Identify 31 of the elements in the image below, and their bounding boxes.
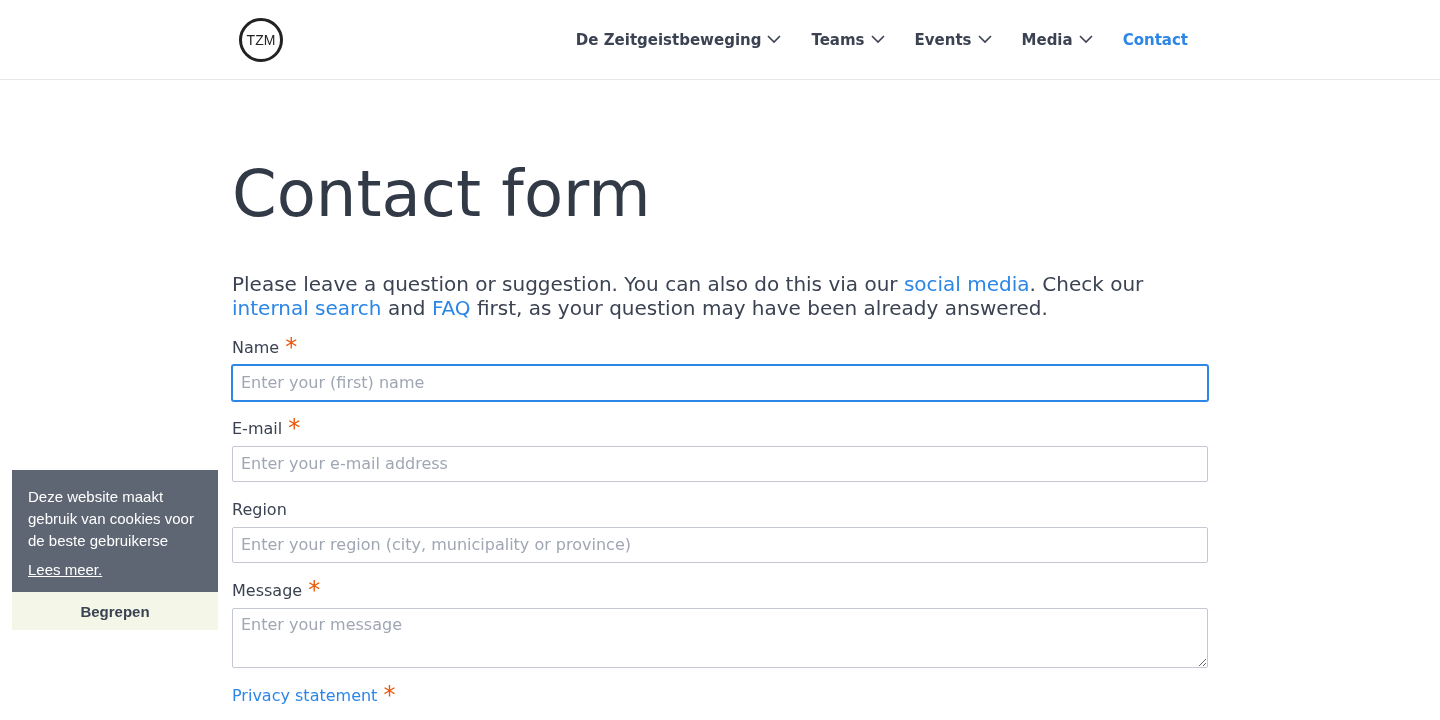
nav-link[interactable]: De Zeitgeistbeweging — [575, 30, 782, 49]
field-label: Name — [232, 337, 280, 357]
required-mark: * — [383, 685, 396, 704]
privacy-link[interactable]: Privacy statement — [232, 685, 378, 705]
nav-link[interactable]: Teams — [811, 30, 885, 49]
field-label: Message — [232, 580, 303, 600]
required-mark: * — [288, 418, 301, 437]
nav-link[interactable]: Contact — [1122, 30, 1188, 49]
chevron-down-icon — [977, 35, 992, 44]
page-title: Contact form — [232, 158, 652, 232]
chevron-down-icon — [870, 35, 885, 44]
chevron-down-icon — [767, 35, 782, 44]
message-field[interactable]: Enter your message — [232, 607, 1208, 668]
intro-link[interactable]: internal search — [232, 295, 382, 320]
field-label: E-mail — [232, 418, 283, 438]
read-more-link[interactable]: Lees meer. — [28, 561, 103, 578]
required-mark: * — [285, 337, 298, 356]
input-field[interactable]: Enter your (first) name — [232, 364, 1208, 401]
nav-link[interactable]: Events — [914, 30, 992, 49]
chevron-down-icon — [1078, 35, 1093, 44]
nav-link[interactable]: Media — [1021, 30, 1093, 49]
input-field[interactable]: Enter your e-mail address — [232, 445, 1208, 482]
input-field[interactable]: Enter your region (city, municipality or province) — [232, 526, 1208, 563]
required-mark: * — [308, 580, 321, 599]
intro-paragraph: Please leave a question or suggestion. You can also do this via our social media. Check our internal search and FAQ first, as your question may have been already answered. — [232, 271, 1145, 320]
accept-button[interactable]: Begrepen — [12, 592, 218, 630]
cookie-text: Deze website maakt gebruik van cookies voor de beste gebruikerse — [27, 487, 195, 551]
field-label: Region — [232, 499, 287, 519]
intro-link[interactable]: social media — [903, 271, 1030, 296]
logo[interactable]: TZM — [239, 17, 283, 62]
intro-link[interactable]: FAQ — [431, 295, 471, 320]
